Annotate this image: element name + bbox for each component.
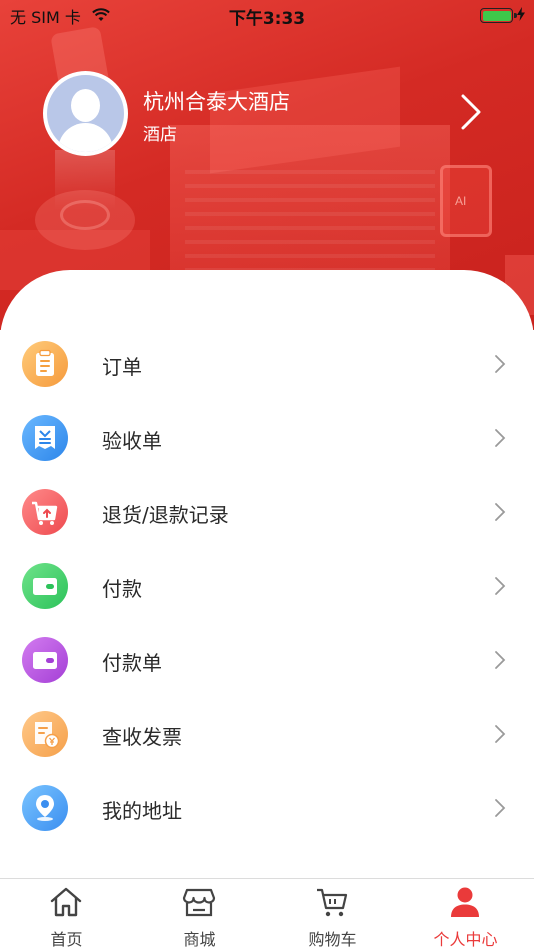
menu-item-label: 订单	[102, 355, 142, 379]
charging-icon	[517, 7, 525, 21]
avatar[interactable]	[43, 71, 128, 156]
cart-icon	[317, 888, 348, 917]
menu-item-label: 我的地址	[102, 799, 182, 823]
bottom-tab-bar: 首页 商城 购物车 个人中心	[0, 878, 534, 950]
wallet-icon	[22, 637, 68, 683]
home-icon	[50, 887, 82, 917]
menu-item-label: 付款	[102, 577, 142, 601]
menu-item-label: 查收发票	[102, 725, 182, 749]
person-icon	[451, 887, 479, 917]
menu-item-label: 付款单	[102, 651, 162, 675]
inspection-doc-icon	[22, 415, 68, 461]
battery-icon	[480, 8, 517, 23]
tab-label: 商城	[183, 930, 216, 949]
tab-label: 购物车	[308, 930, 357, 949]
chevron-right-icon	[495, 799, 506, 817]
tab-home[interactable]: 首页	[0, 879, 133, 950]
tab-cart[interactable]: 购物车	[266, 879, 399, 950]
default-avatar-icon	[47, 75, 124, 152]
menu-item-label: 验收单	[102, 429, 162, 453]
menu-item-inspection[interactable]: 验收单	[0, 400, 534, 474]
invoice-yen-icon	[22, 711, 68, 757]
menu-item-returns[interactable]: 退货/退款记录	[0, 474, 534, 548]
banner-decoration: AI	[440, 165, 492, 237]
chevron-right-icon	[495, 355, 506, 373]
tab-profile[interactable]: 个人中心	[399, 879, 532, 950]
chevron-right-icon	[495, 503, 506, 521]
tab-store[interactable]: 商城	[133, 879, 266, 950]
tab-label: 首页	[50, 930, 83, 949]
chevron-right-icon	[495, 577, 506, 595]
status-bar: 无 SIM 卡 下午3:33	[0, 0, 534, 30]
menu-item-payment-slips[interactable]: 付款单	[0, 622, 534, 696]
store-icon	[182, 888, 216, 917]
chevron-right-icon[interactable]	[455, 92, 485, 132]
return-cart-icon	[22, 489, 68, 535]
order-clipboard-icon	[22, 341, 68, 387]
menu-item-address[interactable]: 我的地址	[0, 770, 534, 844]
menu-item-label: 退货/退款记录	[102, 503, 229, 527]
profile-name: 杭州合泰大酒店	[143, 90, 290, 114]
profile-header[interactable]: 杭州合泰大酒店 酒店	[0, 68, 534, 160]
chevron-right-icon	[495, 651, 506, 669]
location-pin-icon	[22, 785, 68, 831]
menu-list: 订单 验收单 退货/退款记录 付款 付款单 查收发票 我的地址	[0, 326, 534, 844]
profile-role: 酒店	[143, 125, 177, 145]
menu-item-invoices[interactable]: 查收发票	[0, 696, 534, 770]
wallet-icon	[22, 563, 68, 609]
chevron-right-icon	[495, 725, 506, 743]
menu-item-orders[interactable]: 订单	[0, 326, 534, 400]
menu-item-payment[interactable]: 付款	[0, 548, 534, 622]
status-time: 下午3:33	[228, 9, 306, 29]
chevron-right-icon	[495, 429, 506, 447]
tab-label: 个人中心	[433, 930, 498, 949]
